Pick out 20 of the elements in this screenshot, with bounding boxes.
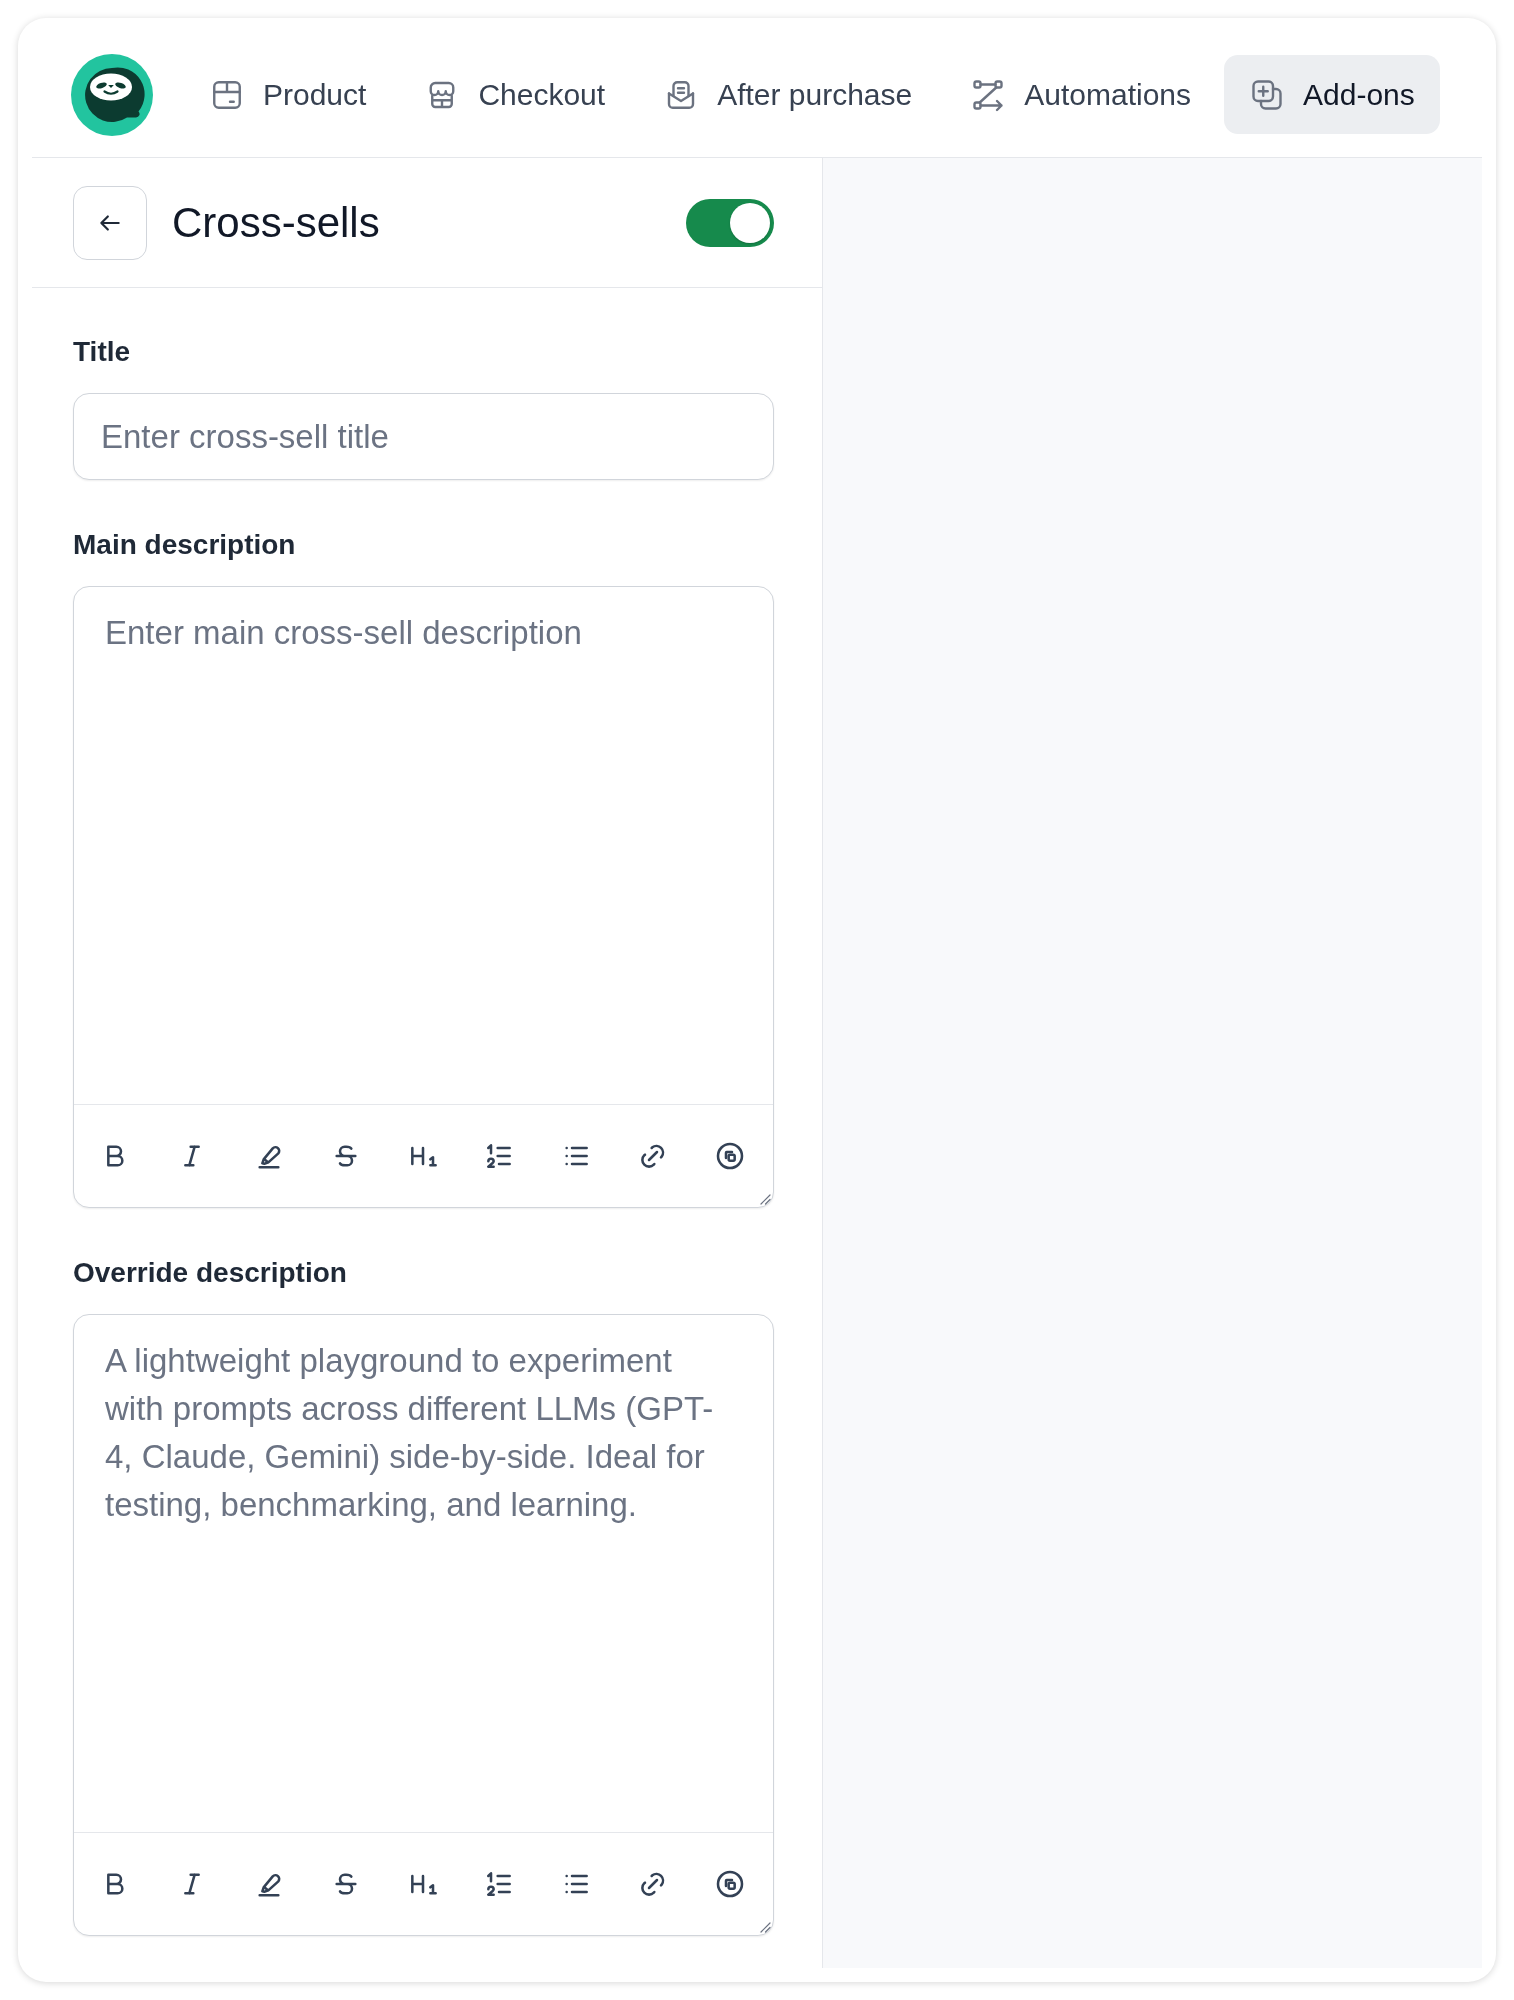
square-in-circle-icon	[714, 1140, 746, 1172]
panel-title: Cross-sells	[172, 197, 380, 248]
field-label: Override description	[73, 1256, 348, 1290]
field-label: Title	[73, 335, 132, 369]
rich-text-editor[interactable]: Enter main cross-sell description	[73, 586, 774, 1208]
toggle-switch[interactable]	[686, 198, 774, 247]
logo-icon	[71, 53, 153, 136]
rich-text-editor[interactable]: A lightweight playground to experiment with prompts across different LLMs (GPT-4, Claude, Gemini) side-by-side. Ideal for testing, benchmarking, and learning.	[73, 1314, 774, 1936]
resize-handle-icon[interactable]	[759, 1193, 771, 1205]
square-in-circle-icon	[714, 1868, 746, 1900]
field-label: Main description	[73, 528, 297, 562]
nav-tab[interactable]: Add-ons	[1224, 55, 1440, 134]
nav-tab[interactable]: After purchase	[638, 55, 938, 134]
description-input[interactable]: A lightweight playground to experiment with prompts across different LLMs (GPT-4, Claude, Gemini) side-by-side. Ideal for testing, benchmarking, and learning.	[74, 1315, 773, 1832]
nav-tab[interactable]: Checkout	[399, 55, 631, 134]
nav-tab[interactable]: Automations	[945, 55, 1216, 134]
resize-handle-icon[interactable]	[759, 1921, 771, 1933]
title-input[interactable]: Enter cross-sell title	[73, 393, 774, 480]
description-input[interactable]: Enter main cross-sell description	[74, 587, 773, 1104]
nav-tab[interactable]: Product	[184, 55, 392, 134]
